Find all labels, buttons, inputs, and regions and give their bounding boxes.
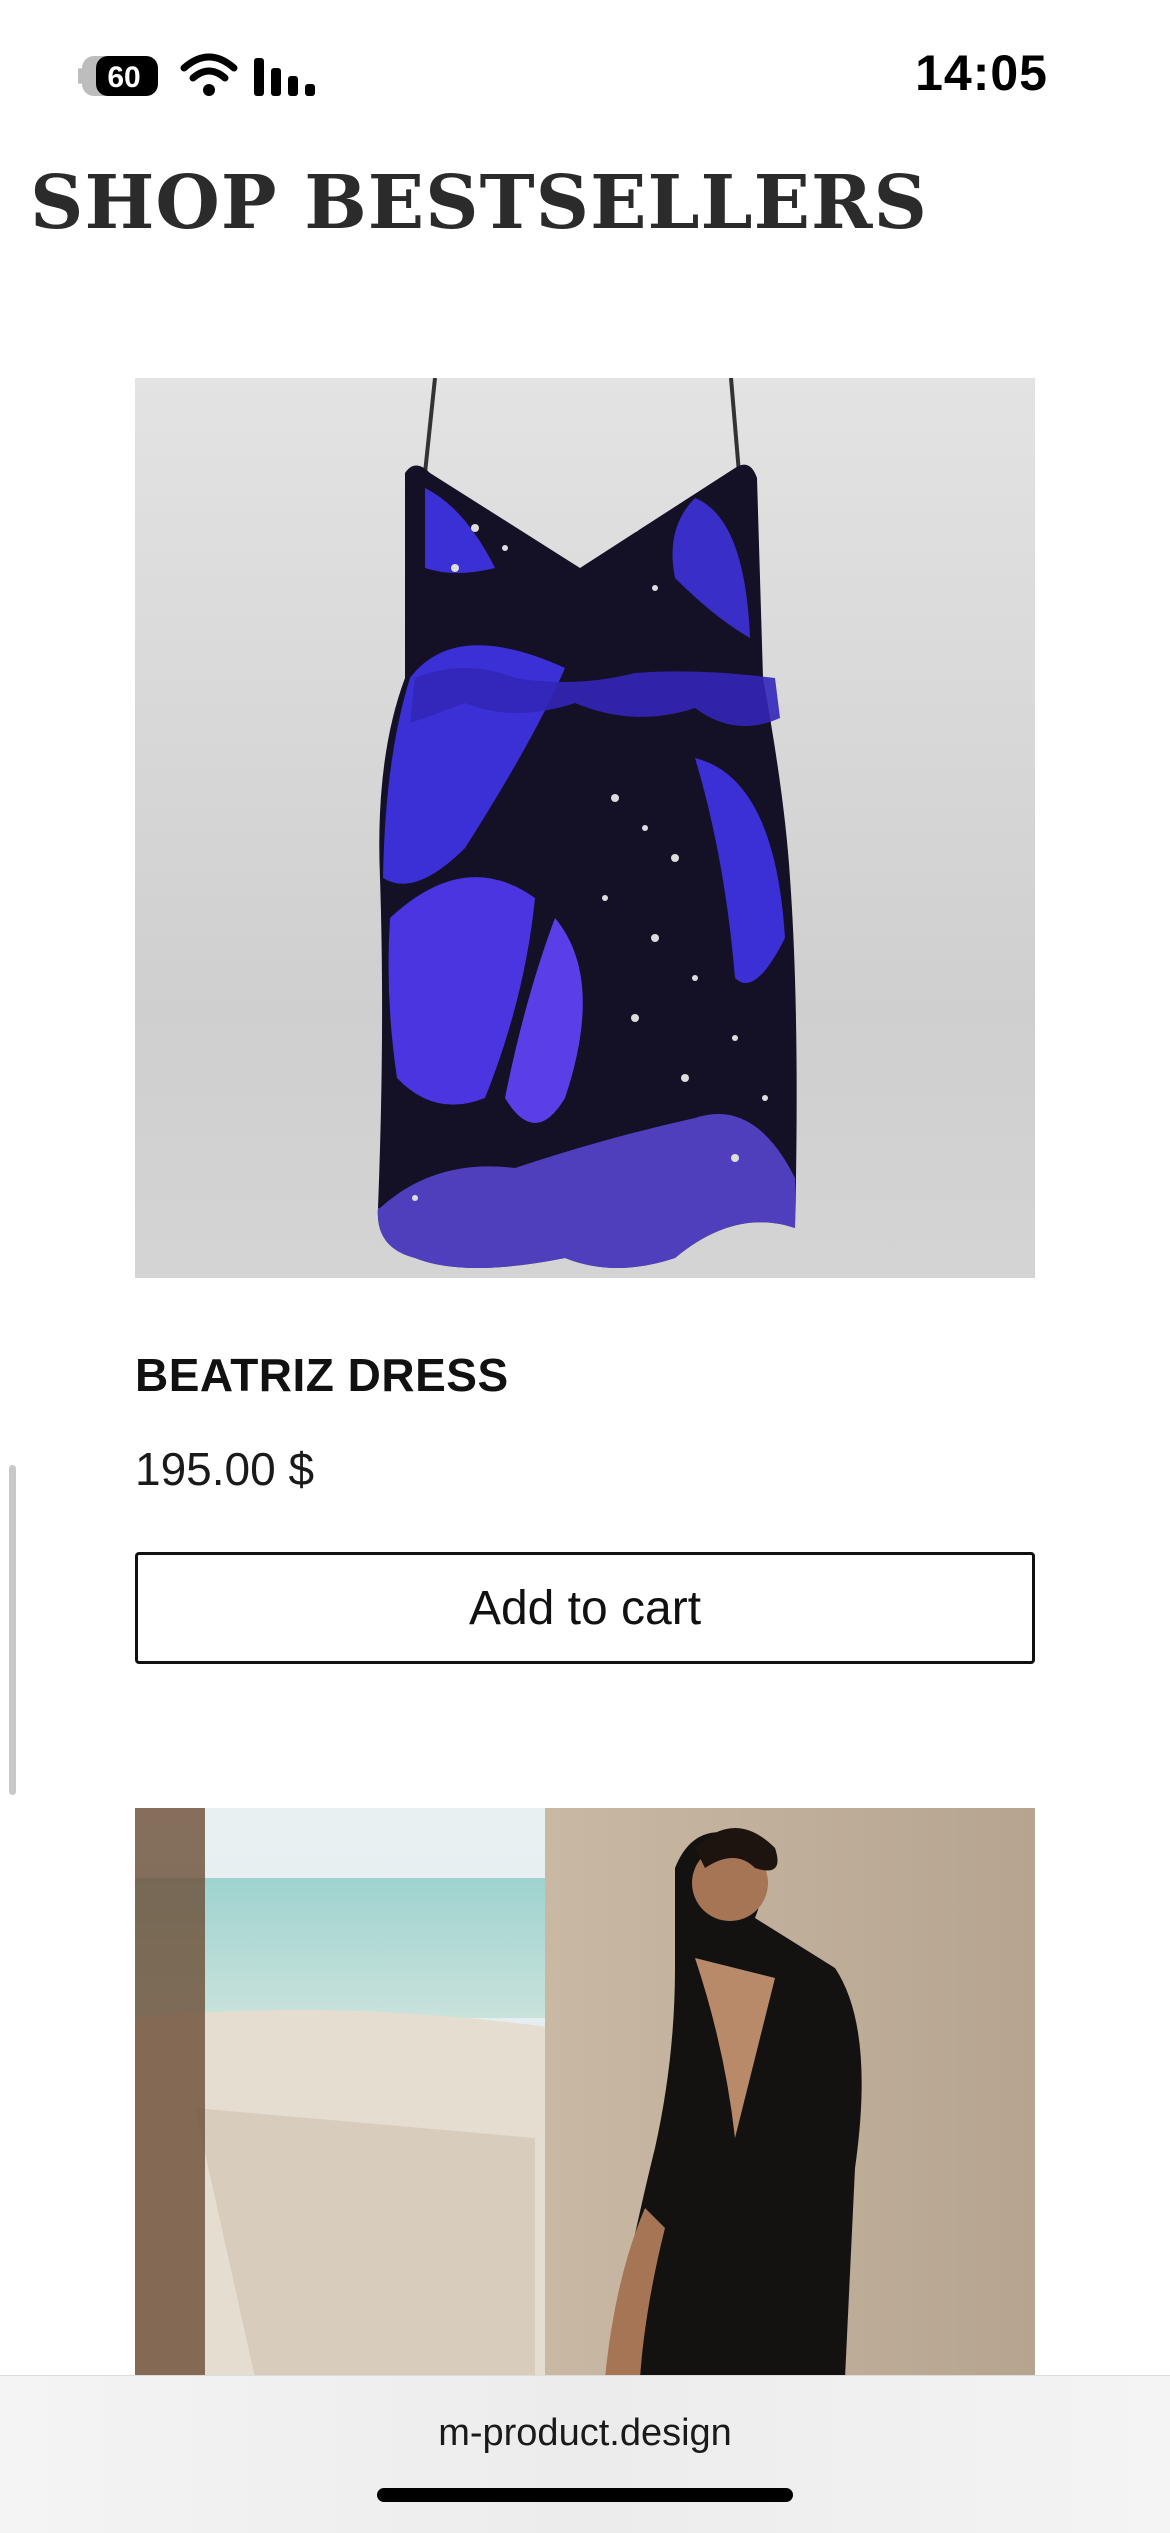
cellular-signal-icon (254, 58, 315, 96)
model-photo (135, 1808, 1035, 2378)
browser-url-bar[interactable]: m-product.design (0, 2375, 1170, 2533)
battery-icon: 60 (78, 56, 158, 96)
wifi-icon (180, 53, 238, 96)
product-image-2[interactable] (135, 1808, 1035, 2378)
product-card: BEATRIZ DRESS 195.00 $ Add to cart (135, 378, 1035, 1664)
scroll-indicator[interactable] (9, 1465, 16, 1795)
add-to-cart-button[interactable]: Add to cart (135, 1552, 1035, 1664)
product-price: 195.00 $ (135, 1443, 315, 1495)
home-indicator[interactable] (377, 2488, 793, 2502)
product-name[interactable]: BEATRIZ DRESS (135, 1348, 1035, 1402)
product-image[interactable] (135, 378, 1035, 1278)
dress-photo (377, 378, 797, 1269)
battery-level: 60 (107, 61, 140, 94)
page-title: SHOP BESTSELLERS (30, 160, 928, 246)
status-time: 14:05 (915, 45, 1048, 101)
url-text[interactable]: m-product.design (0, 2412, 1170, 2455)
status-bar: 60 14:05 (0, 0, 1170, 150)
